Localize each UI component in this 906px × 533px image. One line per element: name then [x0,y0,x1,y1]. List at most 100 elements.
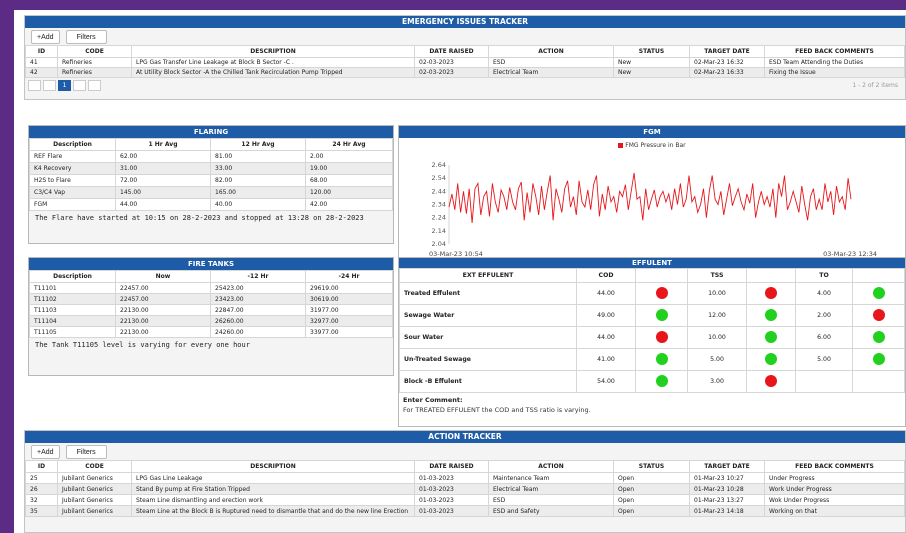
fire-tanks-cell: T11104 [29,315,116,327]
effluent-panel: EFFULENT EXT EFFULENT COD TSS TO Treated… [398,257,906,427]
emergency-toolbar: +Add Filters [25,28,905,45]
emergency-col-6[interactable]: TARGET DATE [689,45,765,58]
emergency-cell: New [613,57,690,68]
action-row[interactable]: 32 Jubilant Generics Steam Line dismantlin… [25,494,905,506]
fire-tanks-row[interactable]: T11103 22130.00 22847.00 31977.00 [29,304,393,316]
flaring-cell: H2S to Flare [29,174,116,187]
emergency-row[interactable]: 41 Refineries LPG Gas Transfer Line Leakag… [25,57,905,68]
effluent-row[interactable]: Treated Effulent 44.00 10.00 4.00 [399,282,905,305]
emergency-col-0[interactable]: ID [25,45,58,58]
fire-tanks-row[interactable]: T11101 22457.00 25423.00 29619.00 [29,282,393,294]
action-col-0[interactable]: ID [25,460,58,473]
flaring-cell: 165.00 [210,186,306,199]
pager-next-button[interactable] [73,80,86,91]
action-col-3[interactable]: DATE RAISED [414,460,489,473]
fire-tanks-row[interactable]: T11104 22130.00 26260.00 32977.00 [29,315,393,327]
fire-tanks-cell: 33977.00 [305,326,393,338]
flaring-col-3[interactable]: 24 Hr Avg [305,138,393,151]
fire-tanks-cell: 22457.00 [115,282,211,294]
effluent-name: Block -B Effulent [399,370,577,393]
fire-tanks-cell: 31977.00 [305,304,393,316]
action-cell: Under Progress [764,472,905,484]
emergency-col-2[interactable]: DESCRIPTION [131,45,415,58]
fire-tanks-col-0[interactable]: Description [29,270,116,283]
action-filters-button[interactable]: Filters [65,444,107,459]
flaring-cell: 19.00 [305,162,393,175]
effluent-row[interactable]: Block -B Effulent 54.00 3.00 [399,370,905,393]
flaring-cell: C3/C4 Vap [29,186,116,199]
effluent-to: 4.00 [795,282,853,305]
action-cell: 01-Mar-23 14:18 [689,505,765,517]
flaring-row[interactable]: K4 Recovery 31.00 33.00 19.00 [29,162,393,175]
emergency-header-row: ID CODE DESCRIPTION DATE RAISED ACTION STATUS… [25,45,905,58]
emergency-col-1[interactable]: CODE [57,45,132,58]
fgm-chart: 2.642.542.442.342.242.142.0403-Mar-23 10… [429,161,877,258]
status-cell [635,304,688,327]
effluent-col-cod-status [635,268,688,283]
flaring-header-row: Description 1 Hr Avg 12 Hr Avg 24 Hr Avg [29,138,393,151]
flaring-col-0[interactable]: Description [29,138,116,151]
add-button[interactable]: +Add [31,29,60,44]
flaring-cell: 33.00 [210,162,306,175]
effluent-row[interactable]: Sour Water 44.00 10.00 6.00 [399,326,905,349]
flaring-row[interactable]: FGM 44.00 40.00 42.00 [29,198,393,211]
pager-prev-button[interactable] [43,80,56,91]
fire-tanks-cell: 22457.00 [115,293,211,305]
action-col-7[interactable]: FEED BACK COMMENTS [764,460,905,473]
flaring-cell: 42.00 [305,198,393,211]
emergency-cell: ESD Team Attending the Duties [764,57,905,68]
action-row[interactable]: 25 Jubilant Generics LPG Gas Line Leakage 0… [25,472,905,484]
action-cell: 01-03-2023 [414,472,489,484]
effluent-name: Un-Treated Sewage [399,348,577,371]
fire-tanks-header-row: Description Now -12 Hr -24 Hr [29,270,393,283]
action-col-4[interactable]: ACTION [488,460,614,473]
pager-first-button[interactable] [28,80,41,91]
action-col-5[interactable]: STATUS [613,460,690,473]
action-row[interactable]: 35 Jubilant Generics Steam Line at the Blo… [25,505,905,517]
flaring-col-1[interactable]: 1 Hr Avg [115,138,211,151]
effluent-col-cod: COD [576,268,636,283]
fire-tanks-row[interactable]: T11102 22457.00 23423.00 30619.00 [29,293,393,305]
status-cell [852,370,905,393]
emergency-col-4[interactable]: ACTION [488,45,614,58]
emergency-cell: Refineries [57,57,132,68]
flaring-row[interactable]: REF Flare 62.00 81.00 2.00 [29,150,393,163]
fire-tanks-col-3[interactable]: -24 Hr [305,270,393,283]
flaring-col-2[interactable]: 12 Hr Avg [210,138,306,151]
flaring-cell: 68.00 [305,174,393,187]
fgm-ytick-label: 2.64 [432,161,446,169]
status-cell [635,326,688,349]
emergency-table: ID CODE DESCRIPTION DATE RAISED ACTION STATUS… [25,45,905,78]
effluent-row[interactable]: Un-Treated Sewage 41.00 5.00 5.00 [399,348,905,371]
filters-button[interactable]: Filters [65,29,107,44]
emergency-col-5[interactable]: STATUS [613,45,690,58]
effluent-row[interactable]: Sewage Water 49.00 12.00 2.00 [399,304,905,327]
fire-tanks-cell: 22130.00 [115,326,211,338]
effluent-comment[interactable]: For TREATED EFFULENT the COD and TSS rat… [399,405,905,415]
action-cell: 01-Mar-23 10:27 [689,472,765,484]
fire-tanks-col-2[interactable]: -12 Hr [210,270,306,283]
flaring-row[interactable]: C3/C4 Vap 145.00 165.00 120.00 [29,186,393,199]
pager-last-button[interactable] [88,80,101,91]
action-add-button[interactable]: +Add [31,444,60,459]
pager-page-1[interactable]: 1 [58,80,71,91]
status-dot-red [655,330,668,343]
fire-tanks-col-1[interactable]: Now [115,270,211,283]
action-row[interactable]: 26 Jubilant Generics Stand By pump at Fire… [25,483,905,495]
emergency-col-3[interactable]: DATE RAISED [414,45,489,58]
fgm-ytick-label: 2.34 [432,201,446,209]
emergency-tracker-panel: EMERGENCY ISSUES TRACKER +Add Filters ID… [24,15,906,100]
emergency-row[interactable]: 42 Refineries At Utility Block Sector -A t… [25,67,905,78]
emergency-col-7[interactable]: FEED BACK COMMENTS [764,45,905,58]
emergency-pager: 1 1 - 2 of 2 items [25,78,905,93]
flaring-row[interactable]: H2S to Flare 72.00 82.00 68.00 [29,174,393,187]
action-cell: 01-03-2023 [414,494,489,506]
flaring-cell: 44.00 [115,198,211,211]
emergency-cell: ESD [488,57,614,68]
action-col-1[interactable]: CODE [57,460,132,473]
status-dot-red [655,286,668,299]
fire-tanks-row[interactable]: T11105 22130.00 24260.00 33977.00 [29,326,393,338]
action-col-2[interactable]: DESCRIPTION [131,460,415,473]
status-dot-green [872,286,885,299]
action-col-6[interactable]: TARGET DATE [689,460,765,473]
